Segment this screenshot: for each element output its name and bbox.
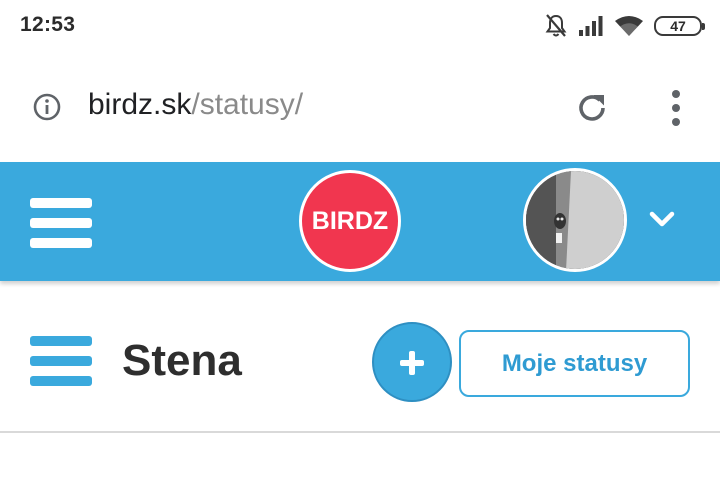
browser-url-bar: birdz.sk/statusy/	[0, 52, 720, 162]
url-text[interactable]: birdz.sk/statusy/	[88, 88, 303, 122]
logo-text: BIRDZ	[311, 206, 389, 235]
divider	[0, 431, 720, 433]
birdz-logo[interactable]: BIRDZ	[299, 170, 401, 272]
signal-icon	[579, 16, 603, 36]
info-icon[interactable]	[32, 92, 62, 122]
my-statuses-button[interactable]: Moje statusy	[459, 330, 690, 397]
add-status-button[interactable]	[372, 322, 452, 402]
mute-icon	[545, 14, 567, 37]
battery-icon: 47	[654, 16, 705, 36]
wifi-icon	[615, 16, 643, 36]
url-path: /statusy/	[191, 88, 304, 121]
status-bar: 12:53 47	[0, 0, 720, 52]
avatar-image	[526, 171, 624, 269]
chevron-down-icon[interactable]	[648, 210, 676, 230]
url-domain: birdz.sk	[88, 88, 192, 121]
more-vert-icon[interactable]	[668, 88, 684, 128]
reload-icon[interactable]	[574, 90, 610, 126]
site-header: BIRDZ	[0, 162, 720, 281]
status-icons: 47	[544, 12, 705, 40]
page-title: Stena	[122, 336, 242, 385]
avatar[interactable]	[523, 168, 627, 272]
battery-level: 47	[670, 18, 686, 34]
hamburger-menu-icon[interactable]	[30, 198, 92, 248]
status-time: 12:53	[20, 13, 76, 36]
section-menu-icon[interactable]	[30, 336, 92, 388]
